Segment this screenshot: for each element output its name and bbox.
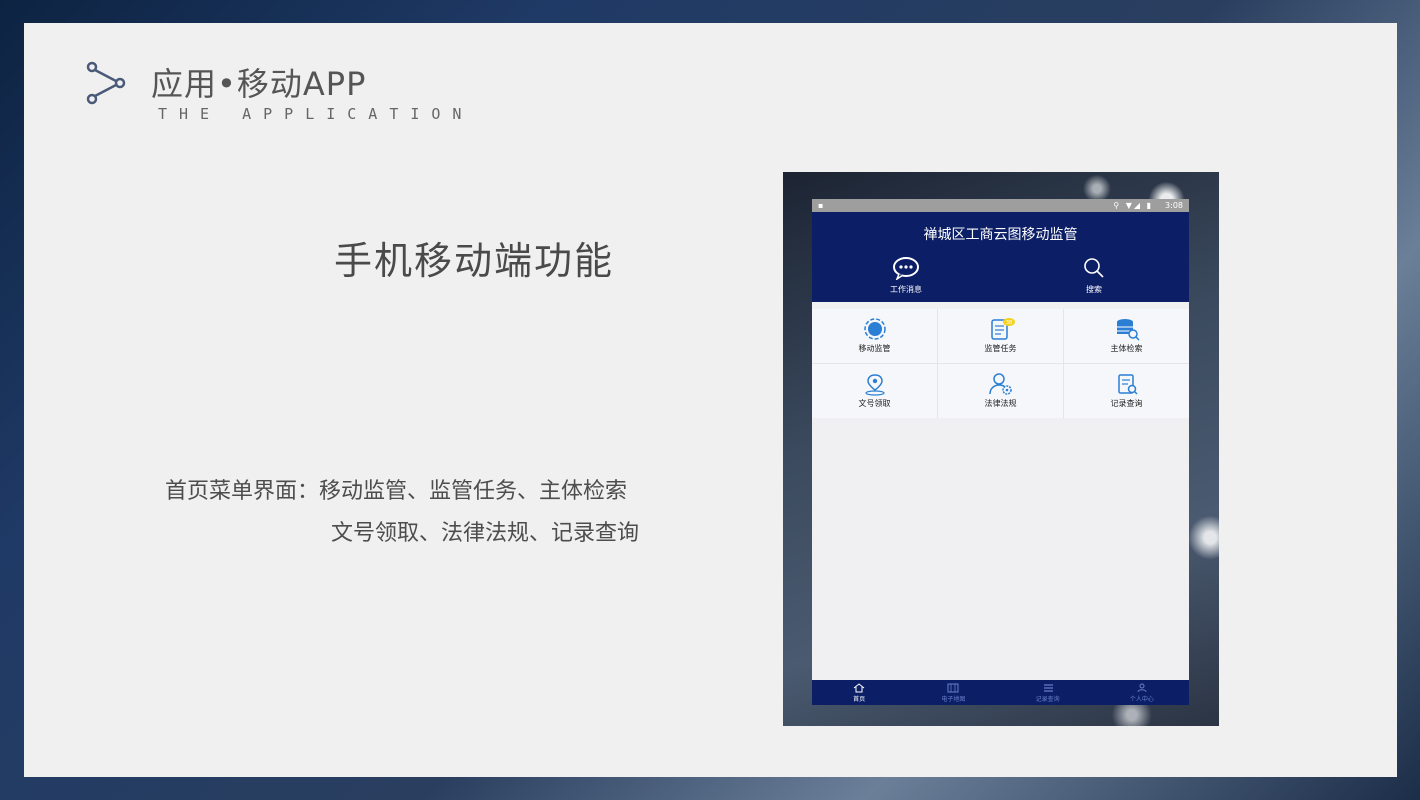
- menu-item-supervision-tasks[interactable]: 38 监管任务: [938, 309, 1063, 363]
- list-icon: [1043, 684, 1053, 692]
- description-line-1: 首页菜单界面：移动监管、监管任务、主体检索: [165, 479, 628, 504]
- work-messages-button[interactable]: 工作消息: [866, 256, 946, 295]
- description-line-2: 文号领取、法律法规、记录查询: [331, 521, 640, 546]
- search-icon: [1084, 258, 1104, 278]
- task-badge: 38: [1005, 320, 1011, 326]
- tab-electronic-map[interactable]: 电子地图: [906, 680, 1000, 705]
- menu-grid: 移动监管 38 监管任务 主体检索 文号领取 法律法规 记录查询: [812, 309, 1189, 418]
- tab-label: 个人中心: [1129, 696, 1154, 703]
- share-icon: [86, 61, 126, 105]
- app-header: 禅城区工商云图移动监管 工作消息 搜索: [812, 212, 1189, 302]
- image-icon: ▪: [818, 201, 824, 210]
- map-icon: [947, 683, 959, 693]
- user-settings-icon: [988, 373, 1012, 395]
- menu-item-mobile-supervision[interactable]: 移动监管: [812, 309, 937, 363]
- database-search-icon: [1116, 319, 1140, 341]
- phone-screenshot: ▪ ⚲ ▼◢ ▮ 3:08 禅城区工商云图移动监管 工作消息 搜索 移动监管 3…: [783, 172, 1219, 726]
- document-badge-icon: 38: [990, 318, 1015, 340]
- app-title: 禅城区工商云图移动监管: [923, 227, 1078, 243]
- target-icon: [863, 318, 886, 340]
- tab-home[interactable]: 首页: [812, 680, 906, 705]
- menu-item-label: 文号领取: [858, 399, 891, 408]
- menu-item-document-number[interactable]: 文号领取: [812, 364, 937, 418]
- tab-label: 首页: [853, 696, 866, 703]
- home-icon: [853, 683, 865, 693]
- signal-icons: ⚲ ▼◢ ▮: [1113, 201, 1153, 210]
- page-title: 应用•移动APP: [151, 65, 367, 103]
- chat-bubble-icon: [893, 257, 919, 280]
- bottom-tab-bar: 首页 电子地图 记录查询 个人中心: [812, 680, 1189, 705]
- page-subtitle: THE APPLICATION: [158, 105, 474, 123]
- search-label: 搜索: [1086, 285, 1102, 294]
- menu-item-label: 记录查询: [1110, 399, 1143, 408]
- record-search-icon: [1117, 374, 1138, 395]
- tab-label: 记录查询: [1035, 696, 1060, 703]
- slide: 应用•移动APP THE APPLICATION 手机移动端功能 首页菜单界面：…: [24, 23, 1397, 777]
- status-bar: ▪ ⚲ ▼◢ ▮ 3:08: [812, 199, 1189, 212]
- phone-screen: ▪ ⚲ ▼◢ ▮ 3:08 禅城区工商云图移动监管 工作消息 搜索 移动监管 3…: [812, 199, 1189, 705]
- menu-item-label: 主体检索: [1110, 344, 1143, 353]
- tab-label: 电子地图: [941, 696, 966, 703]
- person-icon: [1137, 683, 1147, 693]
- menu-item-label: 法律法规: [984, 399, 1017, 408]
- tab-personal-center[interactable]: 个人中心: [1095, 680, 1189, 705]
- menu-item-label: 监管任务: [984, 344, 1017, 353]
- menu-item-entity-search[interactable]: 主体检索: [1064, 309, 1189, 363]
- status-time: 3:08: [1165, 201, 1183, 210]
- tab-record-query[interactable]: 记录查询: [1001, 680, 1095, 705]
- menu-item-label: 移动监管: [858, 344, 891, 353]
- search-button[interactable]: 搜索: [1054, 256, 1134, 295]
- menu-item-laws-regulations[interactable]: 法律法规: [938, 364, 1063, 418]
- section-heading: 手机移动端功能: [334, 239, 615, 283]
- location-pin-icon: [864, 374, 885, 396]
- menu-item-record-query[interactable]: 记录查询: [1064, 364, 1189, 418]
- work-messages-label: 工作消息: [890, 285, 922, 294]
